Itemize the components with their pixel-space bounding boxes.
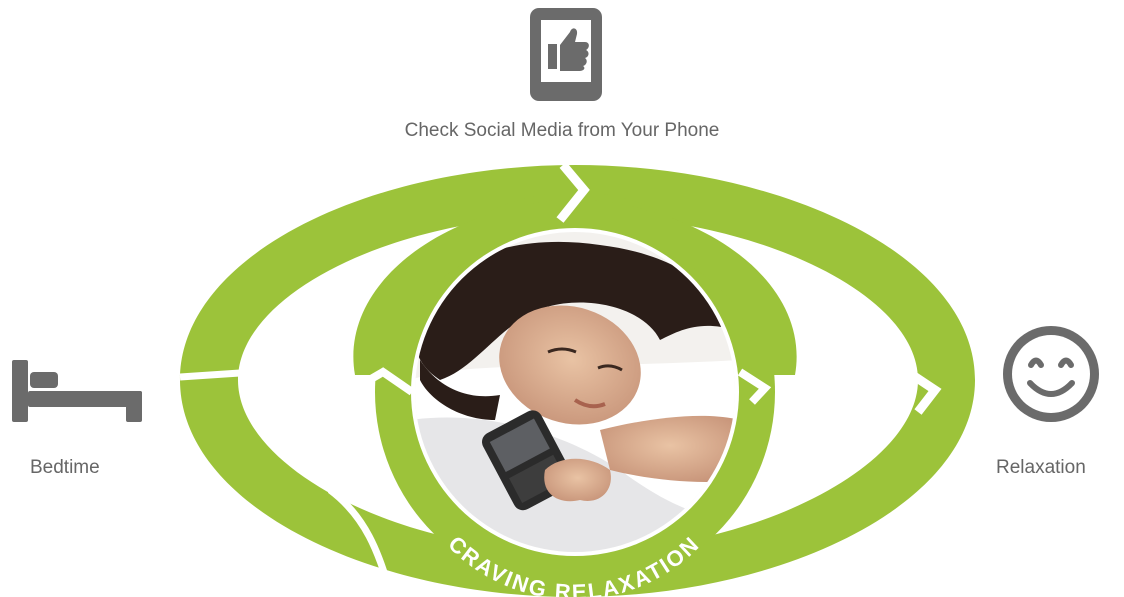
- left-gap: [179, 369, 241, 381]
- smiley-face-icon: [1003, 326, 1099, 422]
- diagram-canvas: CRAVING RELAXATION: [12, 8, 1099, 597]
- right-step-label: Relaxation: [996, 457, 1086, 478]
- bed-icon: [12, 360, 142, 422]
- habit-loop-diagram: CRAVING RELAXATION Check Social Media fr…: [0, 0, 1124, 597]
- left-step-label: Bedtime: [30, 457, 100, 478]
- phone-thumbs-up-icon: [530, 8, 602, 101]
- top-step-label: Check Social Media from Your Phone: [404, 120, 720, 141]
